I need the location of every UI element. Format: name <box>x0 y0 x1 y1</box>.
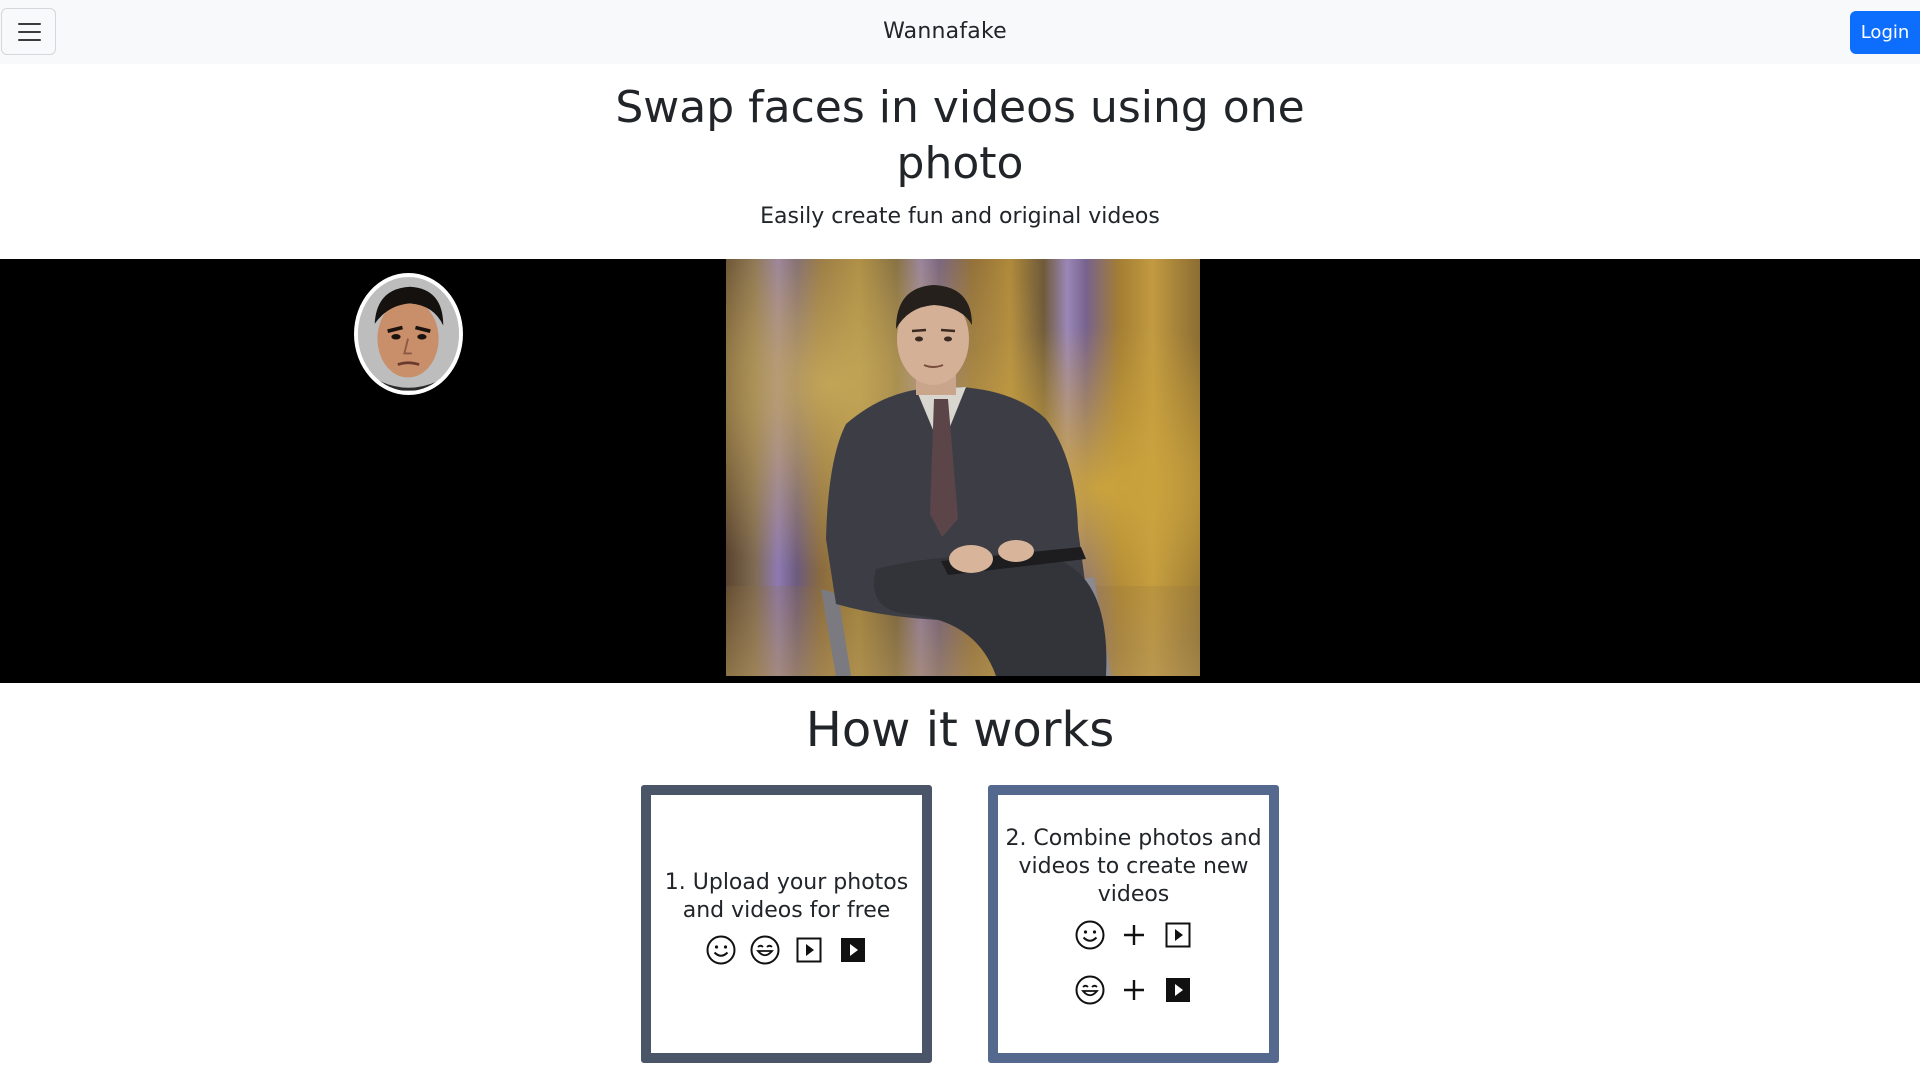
plus-icon <box>1118 919 1150 951</box>
step-1-icon-row <box>651 934 922 966</box>
smiley-icon <box>705 934 737 966</box>
login-button[interactable]: Login <box>1850 11 1920 54</box>
brand-container: Wannafake <box>0 0 1890 64</box>
smiley-icon <box>1074 919 1106 951</box>
brand-link[interactable]: Wannafake <box>883 19 1007 44</box>
page-subtitle: Easily create fun and original videos <box>760 204 1160 229</box>
demo-video-player[interactable] <box>0 259 1920 683</box>
page-title-line-2: photo <box>896 138 1024 189</box>
step-2-icon-row-2 <box>998 974 1269 1006</box>
navbar: Wannafake Login <box>0 0 1920 64</box>
video-play-filled-icon <box>1162 974 1194 1006</box>
source-face-avatar <box>354 273 463 395</box>
step-card-upload: 1. Upload your photos and videos for fre… <box>641 785 932 1063</box>
smiley-icon <box>1074 974 1106 1006</box>
smiley-icon <box>749 934 781 966</box>
step-card-combine: 2. Combine photos and videos to create n… <box>988 785 1279 1063</box>
video-subject-illustration <box>821 285 1111 676</box>
page-title: Swap faces in videos using one photo <box>0 80 1920 192</box>
face-portrait-illustration <box>358 277 459 391</box>
step-2-text: 2. Combine photos and videos to create n… <box>1005 826 1262 907</box>
video-play-outline-icon <box>793 934 825 966</box>
page-title-line-1: Swap faces in videos using one <box>615 82 1305 133</box>
plus-icon <box>1118 974 1150 1006</box>
video-play-filled-icon <box>837 934 869 966</box>
menu-button[interactable] <box>1 8 56 55</box>
demo-video-frame <box>726 259 1200 676</box>
how-it-works-title: How it works <box>805 702 1115 758</box>
step-1-text: 1. Upload your photos and videos for fre… <box>664 870 909 923</box>
video-play-outline-icon <box>1162 919 1194 951</box>
step-2-icon-row-1 <box>998 919 1269 951</box>
